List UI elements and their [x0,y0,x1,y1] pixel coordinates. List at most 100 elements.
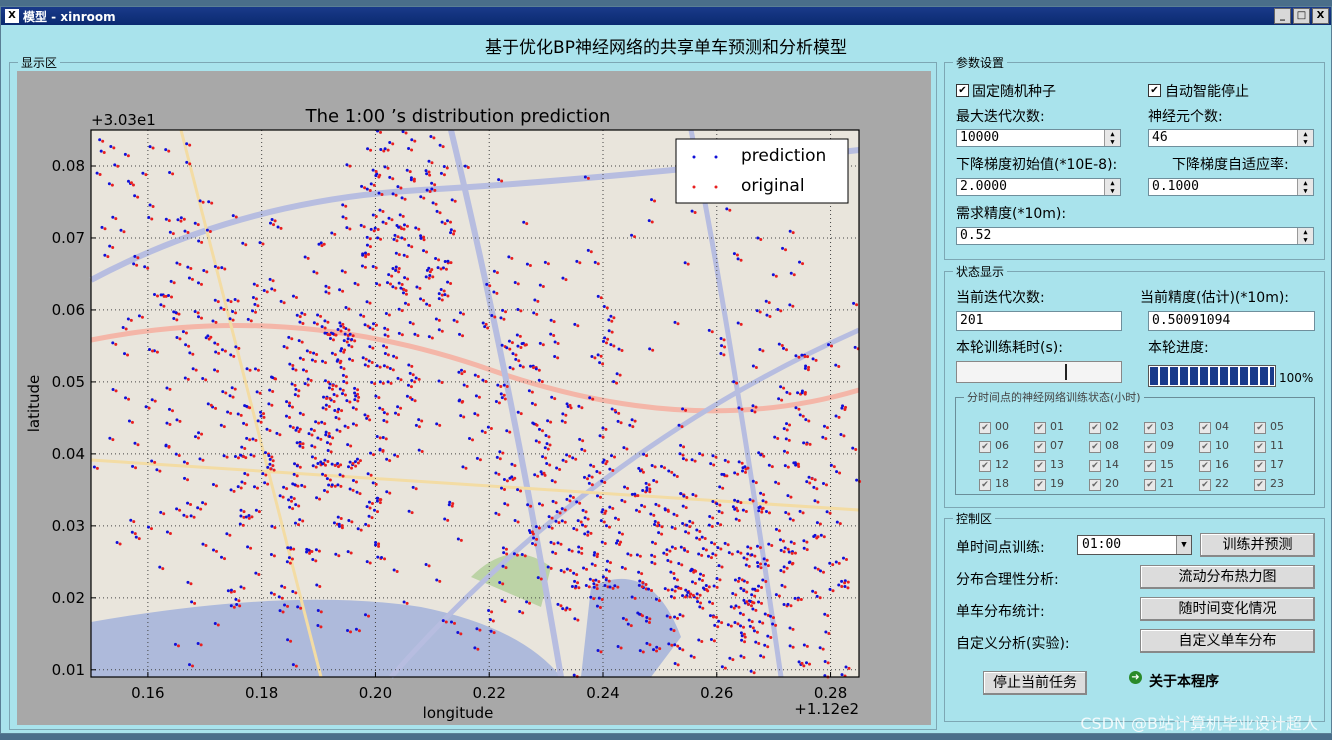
app-window: X 模型 - xinroom _ □ X 基于优化BP神经网络的共享单车预测和分… [0,6,1332,734]
original-point [698,537,702,541]
prediction-point [761,578,765,582]
original-point [490,610,494,614]
hour-checkbox-08[interactable]: ✔ [1089,441,1101,453]
original-point [257,573,261,577]
prediction-point [575,500,579,504]
hour-checkbox-19[interactable]: ✔ [1034,479,1046,491]
original-point [782,570,786,574]
original-point [343,393,347,397]
original-point [613,408,617,412]
prediction-point [739,631,743,635]
iter-field[interactable]: 201 [956,311,1122,331]
hour-checkbox-13[interactable]: ✔ [1034,460,1046,472]
precision-spinbox[interactable]: 0.52 ▲ ▼ [956,227,1314,245]
spin-arrows-icon[interactable]: ▲ ▼ [1104,130,1120,146]
hour-checkbox-07[interactable]: ✔ [1034,441,1046,453]
prediction-point [375,499,379,503]
original-point [658,647,662,651]
hour-checkbox-17[interactable]: ✔ [1254,460,1266,472]
original-point [357,395,361,399]
hour-checkbox-22[interactable]: ✔ [1199,479,1211,491]
hour-checkbox-00[interactable]: ✔ [979,422,991,434]
original-point [500,179,504,183]
original-point [366,252,370,256]
custom-dist-button[interactable]: 自定义单车分布 [1140,629,1315,653]
hour-label-18: 18 [995,477,1009,490]
prediction-point [185,142,189,146]
grad-adapt-spinbox[interactable]: 0.1000 ▲ ▼ [1148,178,1314,196]
hour-label-14: 14 [1105,458,1119,471]
acc-field[interactable]: 0.50091094 [1148,311,1315,331]
original-point [354,464,358,468]
time-slider-handle[interactable] [1065,364,1067,380]
prediction-point [424,562,428,566]
time-slider[interactable] [956,361,1122,383]
hour-checkbox-21[interactable]: ✔ [1144,479,1156,491]
about-link[interactable]: 关于本程序 [1149,671,1219,691]
original-point [214,484,218,488]
neurons-spinbox[interactable]: 46 ▲ ▼ [1148,129,1314,147]
hour-checkbox-03[interactable]: ✔ [1144,422,1156,434]
chevron-down-icon[interactable]: ▼ [1176,536,1191,554]
prediction-point [844,665,848,669]
hour-checkbox-20[interactable]: ✔ [1089,479,1101,491]
original-point [449,220,453,224]
train-predict-button[interactable]: 训练并预测 [1200,533,1315,557]
hour-checkbox-11[interactable]: ✔ [1254,441,1266,453]
prediction-point [282,345,286,349]
hour-checkbox-14[interactable]: ✔ [1089,460,1101,472]
auto-stop-checkbox[interactable]: ✔ [1148,84,1161,97]
arrow-right-icon[interactable]: ➜ [1129,671,1142,684]
prediction-point [672,512,676,516]
prediction-point [289,546,293,550]
hour-checkbox-02[interactable]: ✔ [1089,422,1101,434]
original-point [290,337,294,341]
hour-checkbox-23[interactable]: ✔ [1254,479,1266,491]
hour-checkbox-06[interactable]: ✔ [979,441,991,453]
max-iter-spinbox[interactable]: 10000 ▲ ▼ [956,129,1121,147]
prediction-point [239,508,243,512]
original-point [723,666,727,670]
fixed-seed-checkbox[interactable]: ✔ [956,84,969,97]
original-point [830,344,834,348]
prediction-point [473,646,477,650]
spin-arrows-icon[interactable]: ▲ ▼ [1297,130,1313,146]
hour-checkbox-09[interactable]: ✔ [1144,441,1156,453]
stop-task-button[interactable]: 停止当前任务 [983,671,1087,695]
prediction-point [325,477,329,481]
maximize-button[interactable]: □ [1293,8,1310,24]
spin-arrows-icon[interactable]: ▲ ▼ [1297,179,1313,195]
original-point [313,445,317,449]
close-button[interactable]: X [1312,8,1329,24]
original-point [371,327,375,331]
minimize-button[interactable]: _ [1274,8,1291,24]
hour-checkbox-04[interactable]: ✔ [1199,422,1211,434]
hour-checkbox-10[interactable]: ✔ [1199,441,1211,453]
hour-checkbox-05[interactable]: ✔ [1254,422,1266,434]
prediction-point [501,546,505,550]
heatmap-button[interactable]: 流动分布热力图 [1140,565,1315,589]
title-bar[interactable]: X 模型 - xinroom _ □ X [1,7,1331,25]
original-point [205,270,209,274]
hour-checkbox-16[interactable]: ✔ [1199,460,1211,472]
original-point [345,381,349,385]
hour-checkbox-01[interactable]: ✔ [1034,422,1046,434]
original-point [292,547,296,551]
original-point [559,604,563,608]
time-select[interactable]: 01:00 ▼ [1077,535,1192,555]
prediction-point [516,308,520,312]
spin-arrows-icon[interactable]: ▲ ▼ [1104,179,1120,195]
hour-checkbox-15[interactable]: ✔ [1144,460,1156,472]
original-point [308,350,312,354]
grad-init-spinbox[interactable]: 2.0000 ▲ ▼ [956,178,1121,196]
time-change-button[interactable]: 随时间变化情况 [1140,597,1315,621]
prediction-point [518,364,522,368]
prediction-point [315,496,319,500]
hour-label-03: 03 [1160,420,1174,433]
prediction-point [483,325,487,329]
prediction-point [600,540,604,544]
original-point [564,413,568,417]
hour-checkbox-18[interactable]: ✔ [979,479,991,491]
spin-arrows-icon[interactable]: ▲ ▼ [1297,228,1313,244]
hour-checkbox-12[interactable]: ✔ [979,460,991,472]
